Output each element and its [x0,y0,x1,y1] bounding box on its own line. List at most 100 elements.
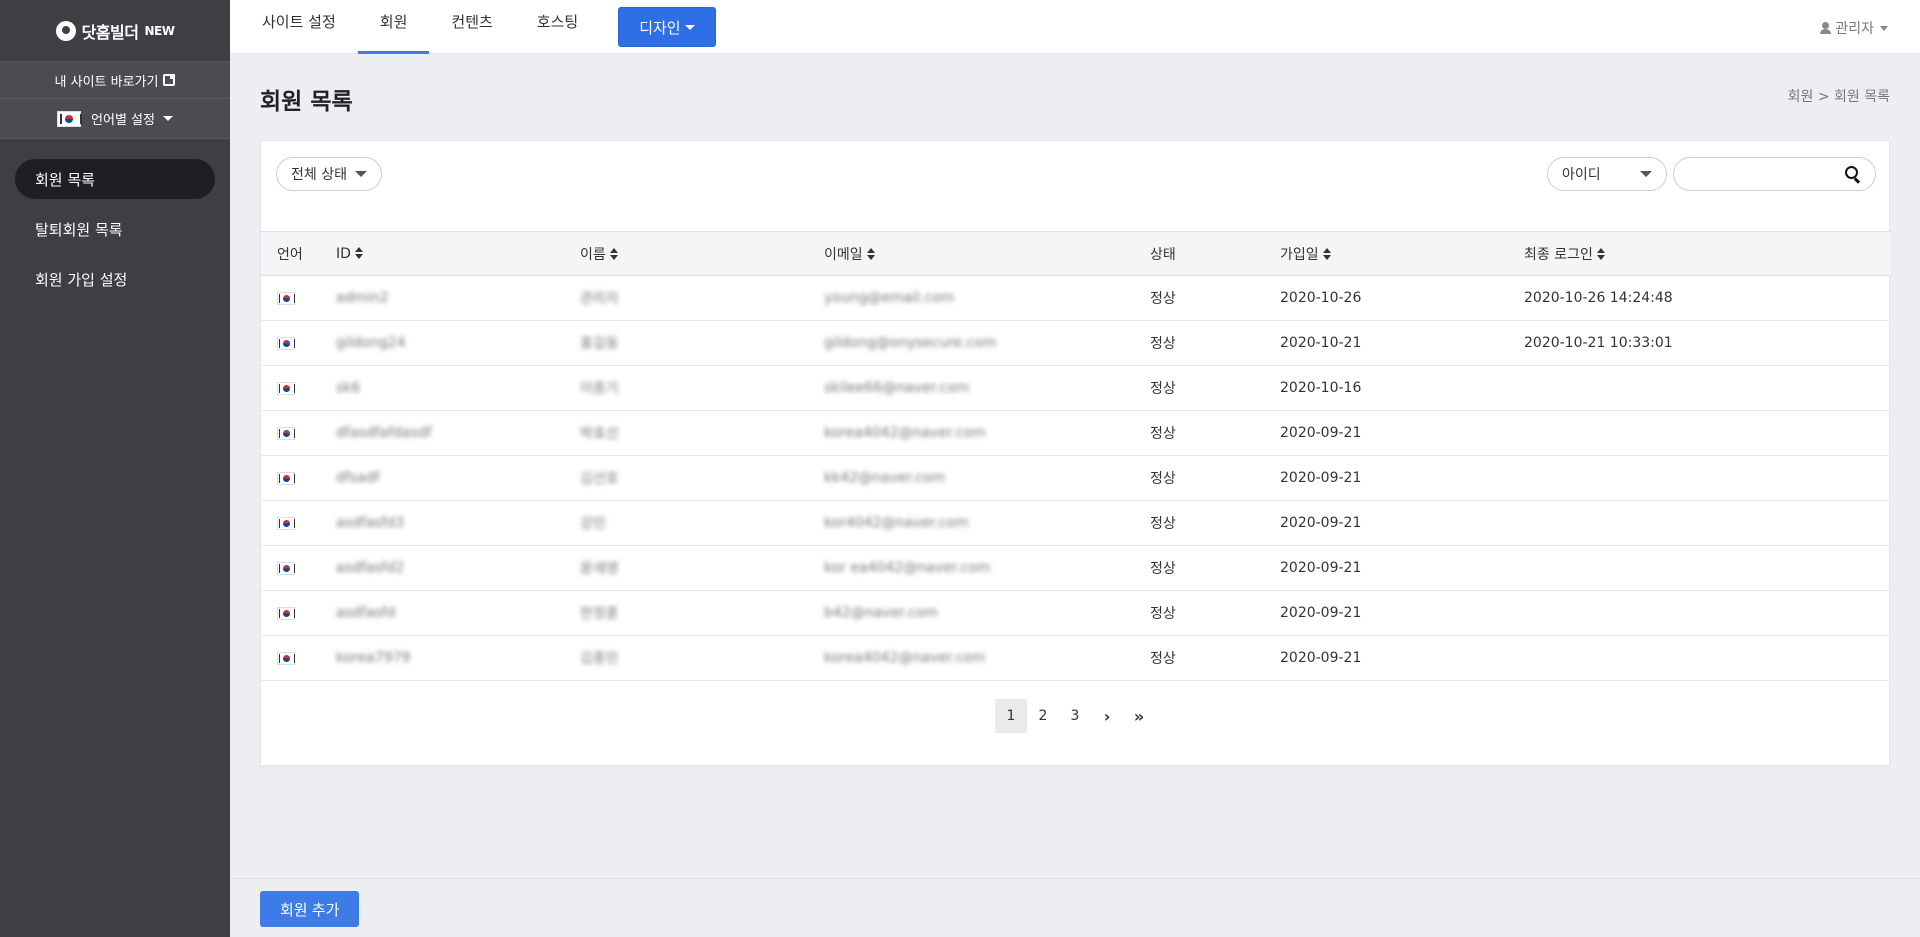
sort-icon[interactable] [354,246,363,259]
korea-flag-icon [277,291,295,305]
row-name: 홍길동 [580,321,824,366]
table-row[interactable]: asdfasfd2 윤세영 kor ea4042@naver.com 정상 2020-0… [261,546,1891,591]
col-name[interactable]: 이름 [580,231,824,276]
row-id-value[interactable]: asdfasfd2 [336,560,404,576]
tab-hosting[interactable]: 호스팅 [515,0,600,48]
row-status-value: 정상 [1150,426,1176,442]
status-filter-value: 전체 상태 [291,167,347,183]
row-status-value: 정상 [1150,291,1176,307]
table-row[interactable]: gildong24 홍길동 gildong@onysecure.com 정상 2020-… [261,321,1891,366]
row-id-value[interactable]: gildong24 [336,335,406,351]
admin-menu[interactable]: 관리자 [1820,18,1888,38]
sort-icon[interactable] [1596,247,1605,260]
table-row[interactable]: admin2 관리자 young@email.com 정상 2020-10-26 2020… [261,276,1891,321]
brand-logo[interactable]: 닷홈빌더 NEW [0,0,230,62]
sidebar-menu: 회원 목록 탈퇴회원 목록 회원 가입 설정 [0,139,230,299]
header-label: 이름 [580,246,606,263]
page-3-button[interactable]: 3 [1059,699,1091,733]
row-id-value[interactable]: asdfasfd [336,605,395,621]
table-row[interactable]: sk6 이종기 skilee66@naver.com 정상 2020-10-16 [261,366,1891,411]
language-selector[interactable]: 언어별 설정 [0,99,230,139]
sort-icon[interactable] [866,247,875,260]
row-joined-value: 2020-09-21 [1280,425,1362,441]
chevron-down-icon [162,116,173,121]
row-email-value: skilee66@naver.com [824,380,970,396]
external-link-icon [163,74,176,86]
member-table: 언어 ID 이름 이메일 상태 가입일 최종 로그인 admin2 관리자 youn… [261,231,1891,681]
col-id[interactable]: ID [336,231,580,276]
search-field-select[interactable]: 아이디 [1547,157,1667,191]
table-row[interactable]: dfasdfafdasdf 박효선 korea4042@naver.com 정상 202… [261,411,1891,456]
row-id-value[interactable]: asdfasfd3 [336,515,404,531]
search-input[interactable] [1674,159,1845,189]
tab-members[interactable]: 회원 [357,0,430,54]
sort-icon[interactable] [609,247,618,260]
row-id-value[interactable]: dfsadf [336,470,380,486]
korea-flag-icon [277,606,295,620]
header-label: ID [336,245,351,262]
row-name: 김선호 [580,456,824,501]
status-filter-select[interactable]: 전체 상태 [276,157,382,191]
design-dropdown-button[interactable]: 디자인 [618,7,716,47]
sidebar-item-member-list[interactable]: 회원 목록 [15,159,215,199]
top-nav: 사이트 설정 회원 컨텐츠 호스팅 디자인 관리자 [230,0,1920,54]
row-name: 한정훈 [580,591,824,636]
row-joined-value: 2020-10-16 [1280,380,1362,396]
tab-site-settings[interactable]: 사이트 설정 [240,0,358,48]
row-name-value: 한정훈 [580,606,619,622]
korea-flag-icon [277,651,295,665]
page-1-button[interactable]: 1 [995,699,1027,733]
search-icon[interactable] [1845,166,1861,182]
tab-contents[interactable]: 컨텐츠 [429,0,514,48]
table-row[interactable]: asdfasfd3 강민 kor4042@naver.com 정상 2020-09-21 [261,501,1891,546]
row-id-value[interactable]: korea7979 [336,650,410,666]
row-name-value: 관리자 [580,291,619,307]
row-status-value: 정상 [1150,561,1176,577]
row-id: sk6 [336,366,580,411]
page-2-button[interactable]: 2 [1027,699,1059,733]
row-flag [261,276,336,321]
row-flag [261,546,336,591]
row-id-value[interactable]: sk6 [336,380,360,396]
last-page-icon[interactable]: » [1123,699,1155,733]
col-email[interactable]: 이메일 [824,231,1150,276]
row-id: gildong24 [336,321,580,366]
add-member-button[interactable]: 회원 추가 [260,891,360,927]
row-flag [261,411,336,456]
korea-flag-icon [277,471,295,485]
table-row[interactable]: asdfasfd 한정훈 b42@naver.com 정상 2020-09-21 [261,591,1891,636]
row-flag [261,636,336,681]
sort-icon[interactable] [1322,247,1331,260]
tab-label: 호스팅 [536,12,579,31]
row-email-value: kor ea4042@naver.com [824,560,991,576]
row-status-value: 정상 [1150,651,1176,667]
row-joined-value: 2020-10-21 [1280,335,1362,351]
row-id-value[interactable]: admin2 [336,290,389,306]
table-row[interactable]: korea7979 김종민 korea4042@naver.com 정상 2020-09… [261,636,1891,681]
col-joined[interactable]: 가입일 [1280,231,1524,276]
row-status-value: 정상 [1150,606,1176,622]
row-id-value[interactable]: dfasdfafdasdf [336,425,432,441]
col-last-login[interactable]: 최종 로그인 [1524,231,1891,276]
row-status: 정상 [1150,546,1280,591]
row-email: skilee66@naver.com [824,366,1150,411]
row-last-login [1524,636,1891,681]
row-email: korea4042@naver.com [824,411,1150,456]
pagination: 1 2 3 › » [261,699,1889,733]
row-last-login [1524,366,1891,411]
col-status: 상태 [1150,231,1280,276]
sidebar-item-withdrawn-list[interactable]: 탈퇴회원 목록 [15,209,215,249]
row-status-value: 정상 [1150,516,1176,532]
sidebar-item-signup-settings[interactable]: 회원 가입 설정 [15,259,215,299]
my-site-link[interactable]: 내 사이트 바로가기 [0,62,230,99]
row-status: 정상 [1150,456,1280,501]
korea-flag-icon [277,336,295,350]
table-row[interactable]: dfsadf 김선호 kk42@naver.com 정상 2020-09-21 [261,456,1891,501]
row-joined: 2020-09-21 [1280,636,1524,681]
row-status-value: 정상 [1150,381,1176,397]
row-email: gildong@onysecure.com [824,321,1150,366]
row-flag [261,321,336,366]
next-page-icon[interactable]: › [1091,699,1123,733]
row-name-value: 김선호 [580,471,619,487]
row-id: korea7979 [336,636,580,681]
